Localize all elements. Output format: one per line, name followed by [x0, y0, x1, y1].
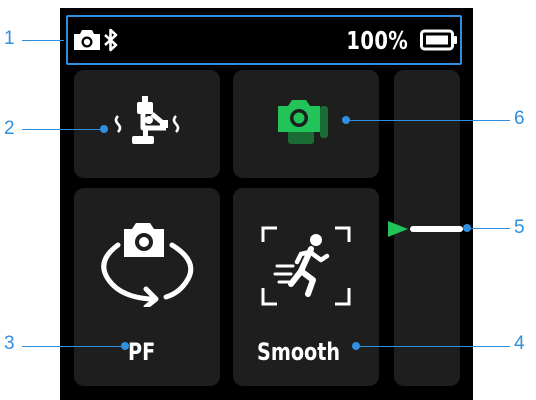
camera-rotate-icon	[101, 223, 194, 307]
callout-line-2	[22, 129, 104, 130]
callout-dot-2	[100, 125, 108, 133]
phone-camera-icon	[278, 100, 328, 144]
running-person-icon	[261, 226, 351, 306]
callout-line-3	[22, 346, 124, 347]
callout-number-1: 1	[4, 28, 15, 49]
pf-mode-label: PF	[128, 338, 156, 366]
slider-pointer-icon[interactable]	[388, 221, 408, 237]
callout-dot-6	[342, 116, 350, 124]
status-left	[72, 27, 120, 53]
callout-number-3: 3	[4, 333, 15, 354]
battery-full-icon	[420, 29, 457, 51]
slider-pointer-line[interactable]	[410, 226, 463, 232]
callout-line-6	[348, 120, 510, 121]
callout-number-5: 5	[514, 217, 525, 238]
callout-line-1	[22, 40, 64, 41]
callout-line-4	[358, 346, 510, 347]
callout-number-6: 6	[514, 108, 525, 129]
battery-percent: 100%	[346, 25, 408, 55]
gimbal-balance-icon	[114, 96, 180, 144]
callout-line-5	[468, 228, 510, 229]
callout-dot-5	[463, 224, 471, 232]
callout-dot-4	[352, 342, 360, 350]
callout-number-4: 4	[514, 333, 525, 354]
camera-bluetooth-icon	[74, 28, 118, 52]
callout-dot-3	[121, 342, 129, 350]
smooth-mode-label: Smooth	[257, 338, 341, 366]
status-right: 100%	[329, 24, 458, 56]
callout-number-2: 2	[4, 118, 15, 139]
